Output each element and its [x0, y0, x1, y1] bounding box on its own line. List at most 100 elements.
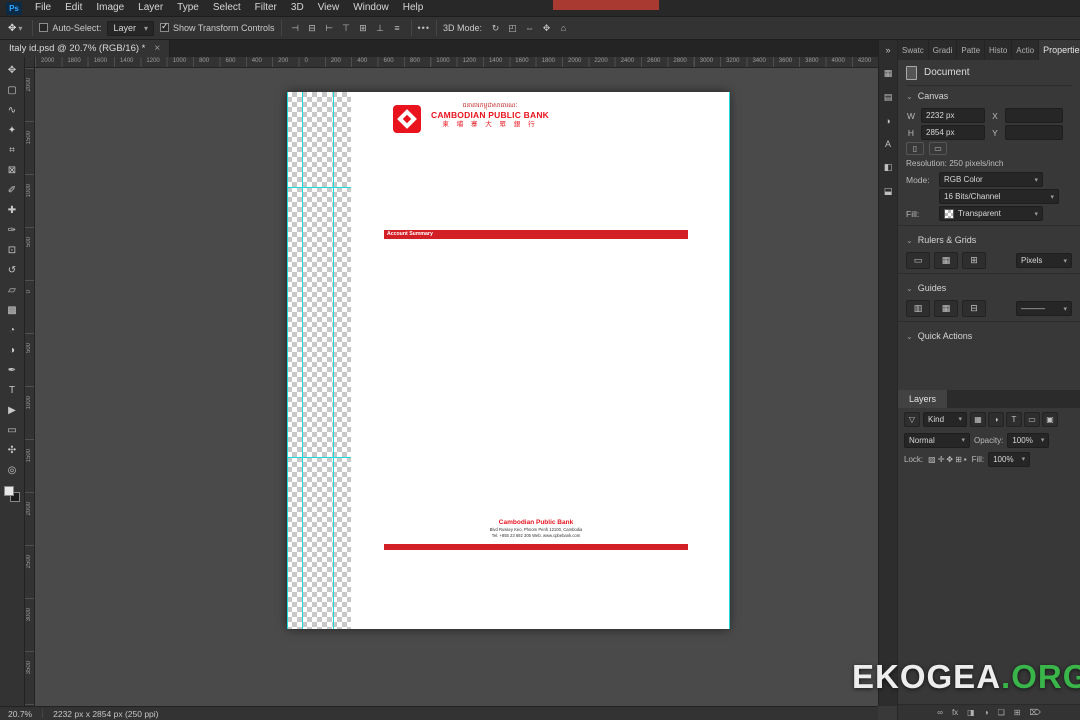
x-field[interactable] [1005, 108, 1063, 123]
lock-transparency-icon[interactable]: ▨ [927, 455, 937, 464]
swatches-panel-icon[interactable]: ▤ [884, 92, 893, 103]
zoom-level[interactable]: 20.7% [8, 709, 32, 719]
foreground-color-chip[interactable] [4, 486, 14, 496]
menu-edit[interactable]: Edit [58, 0, 89, 16]
move-tool[interactable]: ✥ [0, 60, 25, 80]
filter-kind-icon[interactable]: ▽ [904, 411, 920, 427]
align-middle-icon[interactable]: ⊞ [356, 23, 371, 34]
history-panel-icon[interactable]: ⬓ [884, 186, 893, 197]
layer-fill-field[interactable]: 100% ▾ [988, 451, 1031, 467]
menu-3d[interactable]: 3D [284, 0, 311, 16]
units-dropdown[interactable]: Pixels ▾ [1016, 253, 1072, 268]
hand-tool[interactable]: ✣ [0, 440, 25, 460]
clone-stamp-tool[interactable]: ⊡ [0, 240, 25, 260]
canvas-area[interactable]: ធនាគារកម្ពុជាសាធារណៈ CAMBODIAN PUBLIC BA… [35, 68, 878, 706]
3d-scale-icon[interactable]: ⌂ [556, 23, 571, 34]
menu-view[interactable]: View [311, 0, 347, 16]
width-field[interactable]: 2232 px [921, 108, 985, 123]
section-guides[interactable]: ⌄ Guides [906, 278, 1072, 298]
landscape-orientation-button[interactable]: ▭ [929, 142, 947, 155]
active-tool-indicator[interactable]: ✥ ▾ [4, 23, 26, 34]
menu-image[interactable]: Image [89, 0, 131, 16]
link-layers-icon[interactable]: ∞ [937, 708, 943, 717]
guide-layout-icon[interactable]: ▦ [934, 300, 958, 317]
menu-select[interactable]: Select [206, 0, 248, 16]
tab-layers[interactable]: Layers [898, 390, 948, 408]
y-field[interactable] [1005, 125, 1063, 140]
grid-icon[interactable]: ▦ [934, 252, 958, 269]
character-panel-icon[interactable]: A [885, 139, 891, 149]
bit-depth-dropdown[interactable]: 16 Bits/Channel ▾ [939, 189, 1059, 204]
filter-shape-layers-icon[interactable]: ▭ [1024, 411, 1040, 427]
panel-tab-swatc[interactable]: Swatc [898, 40, 929, 60]
layer-group-icon[interactable]: ❏ [998, 708, 1005, 717]
panel-tab-properties[interactable]: Properties [1039, 40, 1080, 60]
menu-type[interactable]: Type [170, 0, 206, 16]
shape-tool[interactable]: ▭ [0, 420, 25, 440]
filter-adjustment-layers-icon[interactable]: ◑ [988, 411, 1004, 427]
guide-horizontal[interactable] [287, 187, 351, 188]
section-canvas[interactable]: ⌄ Canvas [906, 86, 1072, 106]
section-rulers-grids[interactable]: ⌄ Rulers & Grids [906, 230, 1072, 250]
lock-artboard-icon[interactable]: ⊞ [954, 455, 963, 464]
panel-tab-histo[interactable]: Histo [985, 40, 1013, 60]
lasso-tool[interactable]: ∿ [0, 100, 25, 120]
libraries-panel-icon[interactable]: ◧ [884, 162, 893, 173]
eyedropper-tool[interactable]: ✐ [0, 180, 25, 200]
brush-tool[interactable]: ✑ [0, 220, 25, 240]
menu-window[interactable]: Window [346, 0, 396, 16]
healing-brush-tool[interactable]: ✚ [0, 200, 25, 220]
align-left-icon[interactable]: ⊣ [288, 23, 303, 34]
kind-dropdown[interactable]: Kind ▾ [923, 411, 967, 427]
guide-vertical[interactable] [729, 92, 730, 629]
pen-tool[interactable]: ✒ [0, 360, 25, 380]
layer-mask-icon[interactable]: ◨ [967, 708, 975, 717]
color-panel-icon[interactable]: ▦ [884, 68, 893, 79]
type-tool[interactable]: T [0, 380, 25, 400]
frame-tool[interactable]: ⊠ [0, 160, 25, 180]
mode-dropdown[interactable]: RGB Color ▾ [939, 172, 1043, 187]
document-canvas[interactable]: ធនាគារកម្ពុជាសាធារណៈ CAMBODIAN PUBLIC BA… [287, 92, 729, 629]
statement-page[interactable]: ធនាគារកម្ពុជាសាធារណៈ CAMBODIAN PUBLIC BA… [351, 92, 729, 629]
path-selection-tool[interactable]: ▶ [0, 400, 25, 420]
auto-select-option[interactable]: Auto-Select: [39, 23, 101, 33]
guide-vertical[interactable] [333, 92, 334, 629]
filter-type-layers-icon[interactable]: T [1006, 411, 1022, 427]
collapse-panels-icon[interactable]: » [885, 45, 890, 55]
height-field[interactable]: 2854 px [921, 125, 985, 140]
lock-all-icon[interactable]: ▪ [963, 455, 968, 464]
3d-slide-icon[interactable]: ✥ [539, 23, 554, 34]
clear-guides-icon[interactable]: ⊟ [962, 300, 986, 317]
adjustments-panel-icon[interactable]: ◑ [885, 116, 890, 126]
marquee-tool[interactable]: ▢ [0, 80, 25, 100]
filter-pixel-layers-icon[interactable]: ▦ [970, 411, 986, 427]
document-tab[interactable]: Italy id.psd @ 20.7% (RGB/16) * × [0, 40, 171, 57]
guide-vertical[interactable] [287, 92, 288, 629]
eraser-tool[interactable]: ▱ [0, 280, 25, 300]
menu-help[interactable]: Help [396, 0, 431, 16]
lock-position-icon[interactable]: ✥ [945, 455, 954, 464]
blend-mode-dropdown[interactable]: Normal ▾ [904, 432, 970, 448]
align-bottom-icon[interactable]: ⊥ [373, 23, 388, 34]
delete-layer-icon[interactable]: ⌦ [1029, 708, 1040, 717]
blur-tool[interactable]: ◔ [0, 320, 25, 340]
guide-vertical[interactable] [302, 92, 303, 629]
panel-tab-actio[interactable]: Actio [1012, 40, 1040, 60]
auto-select-target-dropdown[interactable]: Layer ▾ [107, 20, 154, 36]
history-brush-tool[interactable]: ↺ [0, 260, 25, 280]
section-quick-actions[interactable]: ⌄ Quick Actions [906, 326, 1072, 346]
3d-orbit-icon[interactable]: ↻ [488, 23, 503, 34]
adjustment-layer-icon[interactable]: ◑ [984, 708, 989, 717]
3d-pan-icon[interactable]: ⇔ [522, 23, 537, 34]
align-center-horizontal-icon[interactable]: ⊟ [305, 23, 320, 34]
filter-smart-objects-icon[interactable]: ▣ [1042, 411, 1058, 427]
crop-tool[interactable]: ⌗ [0, 140, 25, 160]
ruler-icon[interactable]: ▭ [906, 252, 930, 269]
3d-roll-icon[interactable]: ◰ [505, 23, 520, 34]
show-transform-option[interactable]: Show Transform Controls [159, 21, 275, 33]
new-guide-icon[interactable]: ▥ [906, 300, 930, 317]
layer-effects-icon[interactable]: fx [952, 708, 958, 717]
quick-selection-tool[interactable]: ✦ [0, 120, 25, 140]
photoshop-logo-icon[interactable]: Ps [6, 1, 22, 15]
snap-icon[interactable]: ⊞ [962, 252, 986, 269]
